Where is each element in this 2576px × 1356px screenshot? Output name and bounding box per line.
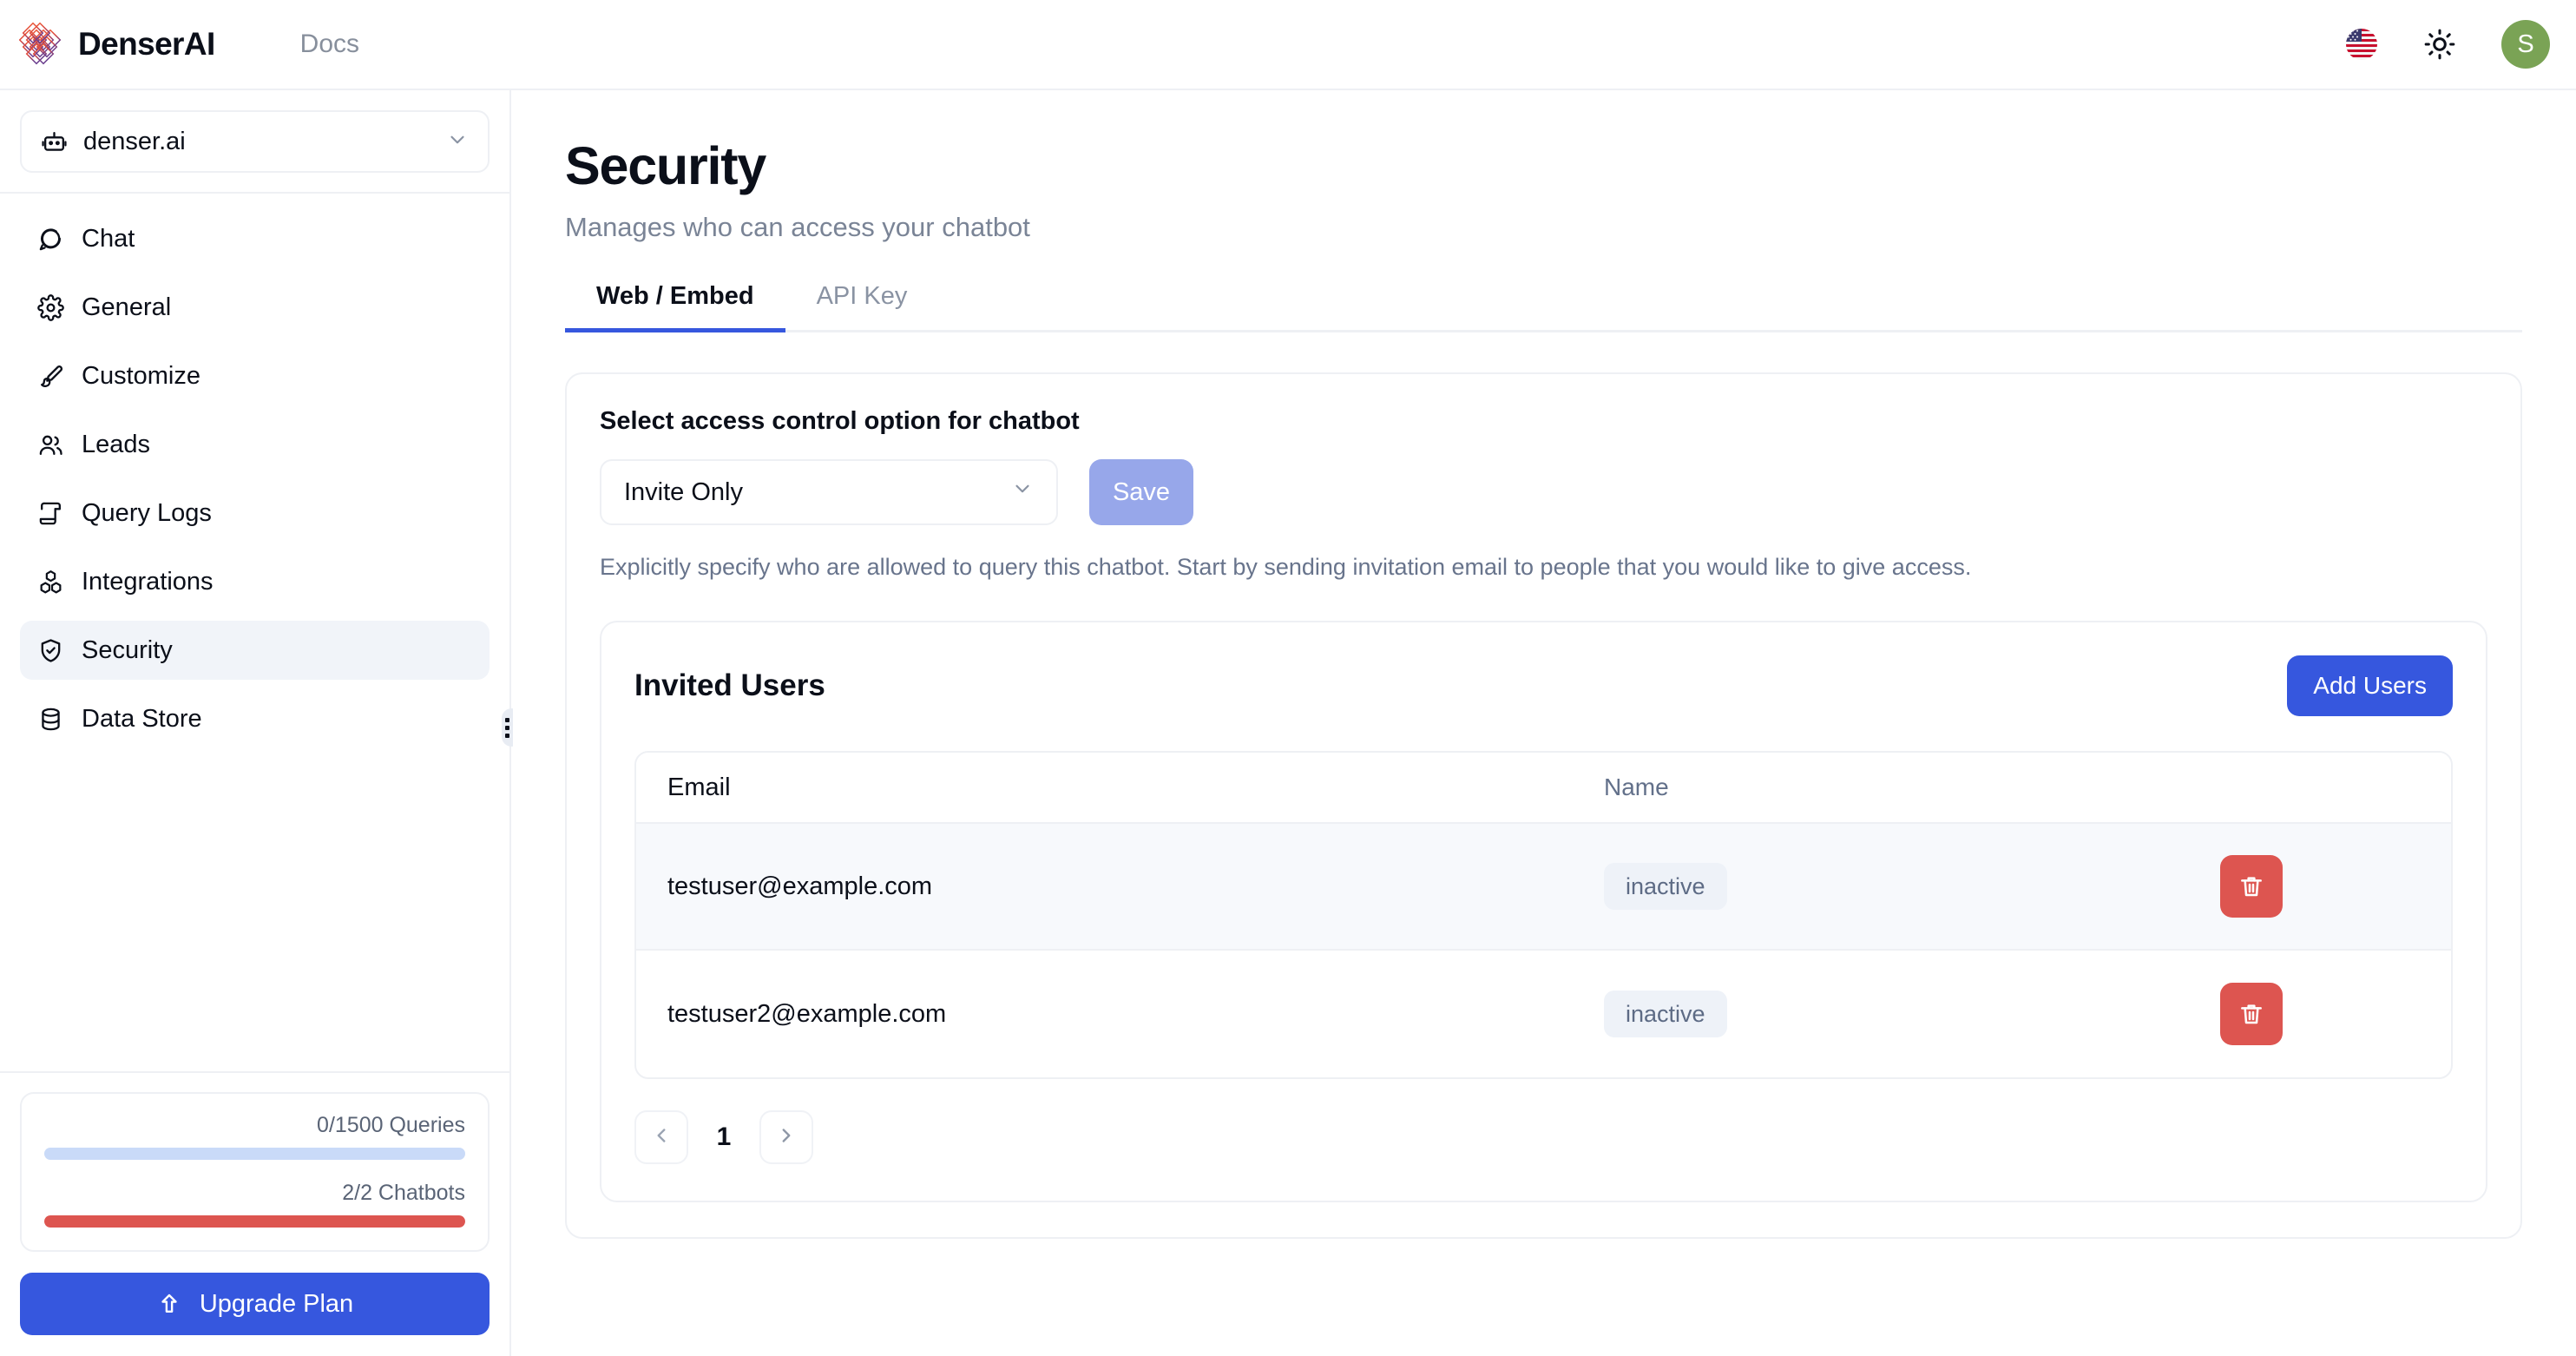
cubes-icon xyxy=(37,569,64,596)
sidebar-item-data-store[interactable]: Data Store xyxy=(20,689,490,748)
access-control-card: Select access control option for chatbot… xyxy=(565,372,2522,1240)
arrow-up-icon xyxy=(156,1291,182,1317)
sidebar-item-label: Integrations xyxy=(82,567,214,596)
cell-name: inactive xyxy=(1604,991,2203,1038)
access-control-label: Select access control option for chatbot xyxy=(600,407,1080,435)
cell-actions xyxy=(2203,855,2451,918)
trash-icon xyxy=(2238,1000,2265,1028)
scroll-icon xyxy=(37,500,64,527)
page-title: Security xyxy=(565,136,766,195)
users-icon xyxy=(37,431,64,458)
shield-check-icon xyxy=(37,637,64,664)
sidebar-item-integrations[interactable]: Integrations xyxy=(20,552,490,611)
sidebar-footer: 0/1500 Queries 2/2 Chatbots Upgrade Plan xyxy=(0,1071,509,1356)
upgrade-plan-label: Upgrade Plan xyxy=(199,1289,354,1318)
chevron-down-icon xyxy=(446,128,469,155)
access-control-select[interactable]: Invite Only xyxy=(600,459,1058,525)
invited-users-card: Invited Users Add Users Email Name testu… xyxy=(600,621,2487,1203)
column-header-name: Name xyxy=(1604,773,1669,801)
sidebar: denser.ai Chat General Customize Leads Q… xyxy=(0,90,511,1356)
tab-api-key[interactable]: API Key xyxy=(785,282,939,332)
cell-email: testuser2@example.com xyxy=(667,999,947,1028)
docs-link[interactable]: Docs xyxy=(300,30,359,59)
upgrade-plan-button[interactable]: Upgrade Plan xyxy=(20,1273,490,1335)
column-header-email: Email xyxy=(667,773,731,801)
status-badge: inactive xyxy=(1604,863,1727,911)
delete-user-button[interactable] xyxy=(2220,983,2283,1046)
invited-users-table: Email Name testuser@example.com inactive xyxy=(634,751,2453,1080)
tab-bar: Web / Embed API Key xyxy=(565,280,2522,332)
top-bar: DenserAI Docs S xyxy=(0,0,2576,90)
chevron-down-icon xyxy=(1011,477,1034,507)
pagination-prev-button[interactable] xyxy=(634,1110,688,1165)
sidebar-item-customize[interactable]: Customize xyxy=(20,346,490,405)
cell-name: inactive xyxy=(1604,863,2203,911)
sidebar-item-label: Data Store xyxy=(82,704,202,733)
sidebar-item-query-logs[interactable]: Query Logs xyxy=(20,484,490,543)
page-subtitle: Manages who can access your chatbot xyxy=(565,212,1030,242)
table-row[interactable]: testuser2@example.com inactive xyxy=(636,951,2451,1077)
sidebar-nav: Chat General Customize Leads Query Logs xyxy=(0,194,509,748)
paintbrush-icon xyxy=(37,363,64,390)
sidebar-item-leads[interactable]: Leads xyxy=(20,415,490,474)
cell-actions xyxy=(2203,983,2451,1046)
save-button[interactable]: Save xyxy=(1089,459,1193,525)
chatbot-selector[interactable]: denser.ai xyxy=(20,110,490,173)
sidebar-item-label: Customize xyxy=(82,361,200,390)
sidebar-item-general[interactable]: General xyxy=(20,278,490,337)
main-content: Security Manages who can access your cha… xyxy=(513,90,2576,1356)
chatbots-progress-fill xyxy=(44,1215,465,1228)
invited-users-header: Invited Users Add Users xyxy=(634,655,2453,717)
chevron-right-icon xyxy=(775,1124,798,1151)
chatbots-progress-bar xyxy=(44,1215,465,1228)
brand[interactable]: DenserAI xyxy=(19,21,215,68)
chat-bubble-icon xyxy=(37,226,64,253)
table-row[interactable]: testuser@example.com inactive xyxy=(636,824,2451,951)
cell-email: testuser@example.com xyxy=(667,872,933,900)
chatbots-usage-label: 2/2 Chatbots xyxy=(342,1181,465,1205)
sidebar-item-security[interactable]: Security xyxy=(20,621,490,680)
sidebar-item-label: Chat xyxy=(82,224,135,253)
pagination-current-page[interactable]: 1 xyxy=(697,1110,751,1164)
top-bar-actions: S xyxy=(2345,20,2550,69)
denser-diamond-lattice-logo xyxy=(19,21,66,68)
sidebar-item-chat[interactable]: Chat xyxy=(20,209,490,268)
bot-icon xyxy=(41,128,68,155)
invited-users-title: Invited Users xyxy=(634,668,825,703)
gear-icon xyxy=(37,293,64,321)
queries-usage-label: 0/1500 Queries xyxy=(317,1113,465,1137)
usage-card: 0/1500 Queries 2/2 Chatbots xyxy=(20,1092,490,1252)
add-users-button[interactable]: Add Users xyxy=(2287,655,2453,717)
status-badge: inactive xyxy=(1604,991,1727,1038)
pagination: 1 xyxy=(634,1110,2453,1165)
table-header-row: Email Name xyxy=(636,753,2451,825)
access-control-row: Invite Only Save xyxy=(600,459,2487,525)
access-control-helper-text: Explicitly specify who are allowed to qu… xyxy=(600,554,1972,580)
avatar[interactable]: S xyxy=(2501,20,2550,69)
chatbot-selector-label: denser.ai xyxy=(83,127,186,155)
trash-icon xyxy=(2238,872,2265,900)
sun-icon[interactable] xyxy=(2423,28,2456,61)
access-control-selected-value: Invite Only xyxy=(624,477,743,506)
pagination-next-button[interactable] xyxy=(759,1110,813,1165)
tab-web-embed[interactable]: Web / Embed xyxy=(565,282,785,332)
database-icon xyxy=(37,706,64,733)
brand-name: DenserAI xyxy=(78,26,215,62)
queries-progress-bar xyxy=(44,1148,465,1160)
sidebar-item-label: Leads xyxy=(82,430,151,458)
chevron-left-icon xyxy=(650,1124,673,1151)
sidebar-item-label: Security xyxy=(82,635,173,664)
us-flag-icon[interactable] xyxy=(2345,28,2378,61)
delete-user-button[interactable] xyxy=(2220,855,2283,918)
sidebar-item-label: General xyxy=(82,293,172,321)
sidebar-item-label: Query Logs xyxy=(82,498,212,527)
